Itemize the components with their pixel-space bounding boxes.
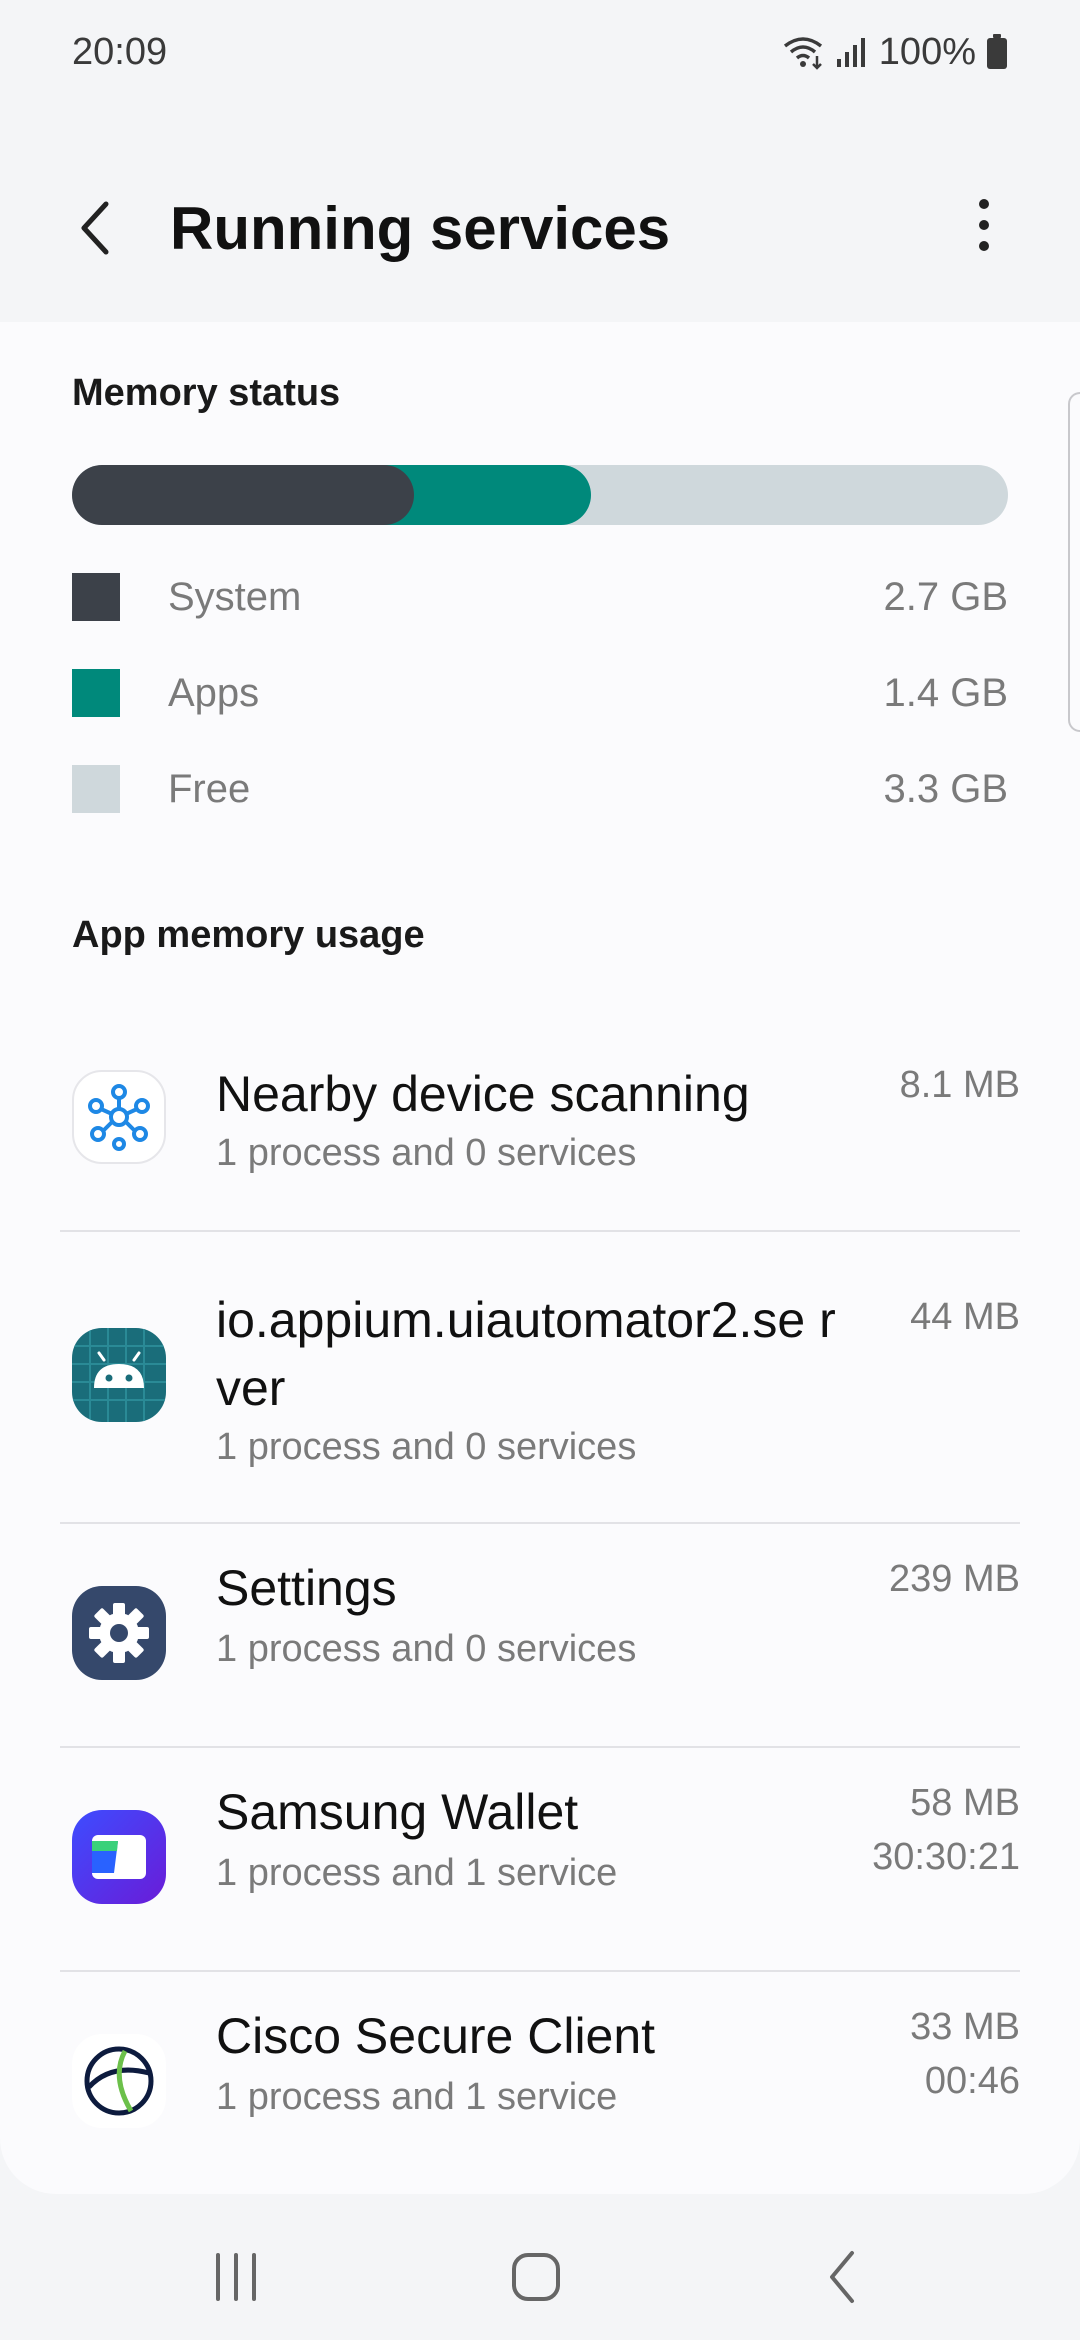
more-vert-icon xyxy=(979,199,989,251)
legend-free: Free 3.3 GB xyxy=(72,759,1008,819)
battery-icon xyxy=(987,34,1007,69)
app-process-info: 1 process and 0 services xyxy=(216,1426,637,1468)
app-bar: Running services xyxy=(0,180,1080,270)
list-item[interactable]: io.appium.uiautomator2.se rver 1 process… xyxy=(0,1232,1080,1522)
nav-back-button[interactable] xyxy=(802,2242,882,2312)
legend-system: System 2.7 GB xyxy=(72,567,1008,627)
app-memory-size: 239 MB xyxy=(889,1558,1020,1600)
navigation-bar xyxy=(0,2200,1080,2340)
legend-label-system: System xyxy=(168,574,302,619)
recent-apps-button[interactable] xyxy=(196,2242,276,2312)
app-running-time: 30:30:21 xyxy=(872,1836,1020,1878)
app-memory-size: 58 MB xyxy=(910,1782,1020,1824)
signal-icon xyxy=(836,38,865,67)
more-options-button[interactable] xyxy=(960,194,1008,256)
app-running-time: 00:46 xyxy=(924,2060,1020,2102)
back-button[interactable] xyxy=(70,198,120,258)
legend-value-free: 3.3 GB xyxy=(883,766,1008,811)
memory-bar-apps xyxy=(383,465,591,525)
status-time: 20:09 xyxy=(72,30,168,73)
back-icon xyxy=(830,2251,854,2303)
legend-apps: Apps 1.4 GB xyxy=(72,663,1008,723)
legend-label-free: Free xyxy=(168,766,251,811)
battery-percent: 100% xyxy=(878,30,976,73)
page-title: Running services xyxy=(170,195,671,262)
list-item[interactable]: Cisco Secure Client 1 process and 1 serv… xyxy=(0,1972,1080,2192)
recents-icon xyxy=(216,2253,256,2301)
app-memory-usage-title: App memory usage xyxy=(72,914,425,956)
scrollbar[interactable] xyxy=(1068,392,1080,732)
app-name: io.appium.uiautomator2.se rver xyxy=(216,1292,836,1416)
list-item[interactable]: Samsung Wallet 1 process and 1 service 5… xyxy=(0,1748,1080,1972)
app-process-info: 1 process and 1 service xyxy=(216,2076,618,2118)
list-item[interactable]: Nearby device scanning 1 process and 0 s… xyxy=(0,1000,1080,1232)
wallet-icon xyxy=(72,1810,166,1904)
memory-bar-system xyxy=(72,465,414,525)
status-icons: 100% xyxy=(781,31,1008,74)
legend-value-system: 2.7 GB xyxy=(883,574,1008,619)
settings-gear-icon xyxy=(72,1586,166,1680)
legend-swatch-free xyxy=(72,765,120,813)
chevron-left-icon xyxy=(81,201,109,255)
app-memory-size: 8.1 MB xyxy=(899,1064,1020,1106)
app-process-info: 1 process and 1 service xyxy=(216,1852,618,1894)
legend-swatch-system xyxy=(72,573,120,621)
nearby-scan-icon xyxy=(72,1070,166,1164)
app-memory-size: 33 MB xyxy=(910,2006,1020,2048)
legend-value-apps: 1.4 GB xyxy=(883,670,1008,715)
app-memory-size: 44 MB xyxy=(910,1296,1020,1338)
memory-status-title: Memory status xyxy=(72,372,341,414)
cisco-secure-client-icon xyxy=(72,2034,166,2128)
app-name: Nearby device scanning xyxy=(216,1066,750,1122)
app-name: Settings xyxy=(216,1560,397,1616)
legend-swatch-apps xyxy=(72,669,120,717)
app-name: Samsung Wallet xyxy=(216,1784,579,1840)
memory-bar xyxy=(72,465,1008,525)
app-process-info: 1 process and 0 services xyxy=(216,1628,637,1670)
home-button[interactable] xyxy=(496,2242,576,2312)
android-icon xyxy=(72,1328,166,1422)
app-process-info: 1 process and 0 services xyxy=(216,1132,637,1174)
app-name: Cisco Secure Client xyxy=(216,2008,656,2064)
list-item[interactable]: Settings 1 process and 0 services 239 MB xyxy=(0,1524,1080,1748)
status-bar: 20:09 100% xyxy=(0,0,1080,104)
wifi-icon xyxy=(783,37,822,70)
legend-label-apps: Apps xyxy=(168,670,260,715)
home-icon xyxy=(512,2253,560,2301)
